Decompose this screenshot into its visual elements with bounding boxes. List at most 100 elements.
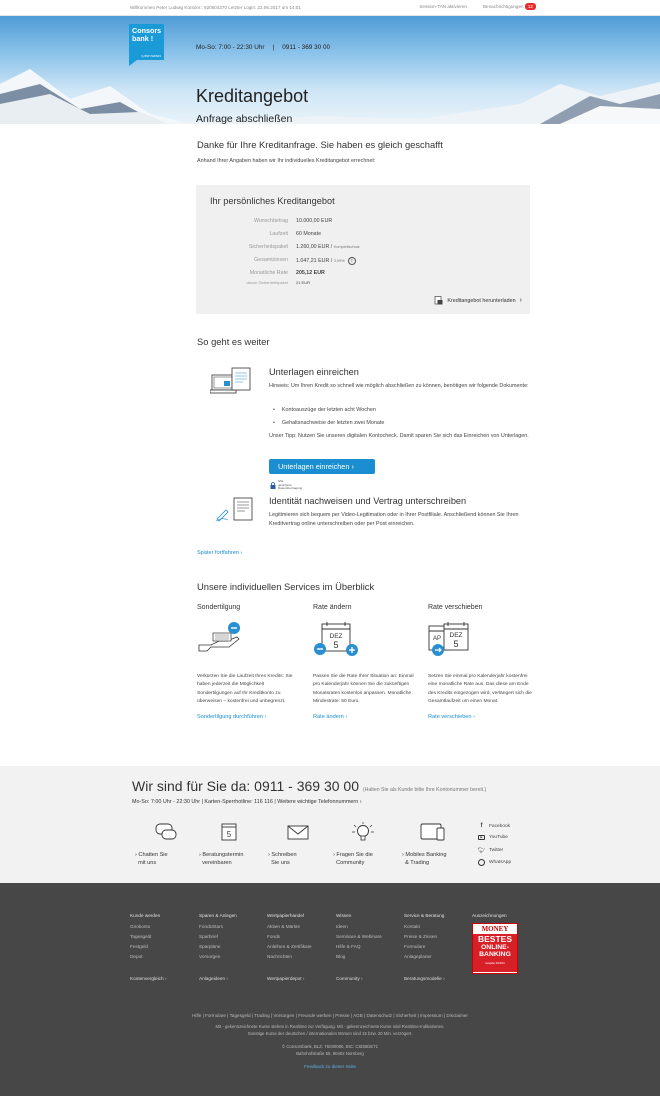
continue-later-label: Später fortfahren [197, 550, 239, 556]
contact-hint: (Halten Sie als Kunde bitte Ihre Kontonu… [362, 787, 487, 793]
footer-col-heading: Kunde werden [130, 913, 161, 918]
notifications-link[interactable]: Benachrichtigungen 12 [482, 3, 536, 10]
contact-item-label: Beratungstermin [202, 852, 244, 858]
footer-link[interactable]: Ideen [336, 922, 382, 932]
hand-money-icon [198, 622, 240, 652]
footer-bottom-link[interactable]: Wertpapierdepot › [267, 976, 304, 981]
footer-link[interactable]: Anleihen & Zertifikate [267, 942, 312, 952]
social-youtube-link[interactable]: ▶ YouTube [478, 835, 508, 840]
session-tan-link[interactable]: Session-TAN aktivieren [419, 4, 467, 9]
list-item: Kontoauszüge der letzten acht Wochen [281, 407, 376, 413]
calendar-month-from: AP [433, 636, 441, 642]
footer-link[interactable]: Depot [130, 952, 160, 962]
footer-col-heading: Wertpapierhandel [267, 913, 304, 918]
welcome-text: Willkommen Peter Ludwig Kontonr.: 920504… [130, 5, 301, 10]
chevron-right-icon: › [240, 550, 243, 556]
offer-key: Wunschbetrag [253, 218, 288, 224]
info-icon[interactable]: i [347, 257, 356, 265]
services-title: Unsere individuellen Services im Überbli… [197, 581, 375, 592]
contact-phone-title: Wir sind für Sie da: 0911 - 369 30 00 (H… [132, 778, 486, 794]
service-rate-verschieben: Rate verschieben AP DEZ 5 Setzen Sie ein… [428, 604, 536, 720]
footer-link[interactable]: Formulare [404, 942, 444, 952]
notification-count-badge: 12 [524, 3, 536, 10]
footer-link[interactable]: Tagesgeld [130, 932, 160, 942]
chat-contact-item[interactable]: › Chatten Sie mit uns [135, 822, 195, 867]
footer-link[interactable]: Kontakt [404, 922, 444, 932]
footer-link[interactable]: Sparbrief [199, 932, 237, 942]
footer-link[interactable]: Blog [336, 952, 382, 962]
upload-documents-button[interactable]: Unterlagen einreichen › [269, 459, 375, 474]
continue-later-link[interactable]: Später fortfahren › [197, 550, 242, 556]
offer-value: 1.047,21 EUR / [296, 258, 333, 264]
footer-bottom-label: Community [336, 976, 360, 981]
logo-line2: bank ! [132, 34, 154, 43]
footer-bottom-link[interactable]: Community › [336, 976, 363, 981]
ssl-label: SSL gesicherte Datenübertragung [278, 479, 303, 491]
footer-link[interactable]: FondsStars [199, 922, 237, 932]
footer-link[interactable]: Girokonto [130, 922, 160, 932]
footer-legal-links[interactable]: Hilfe | Formulare | Tagesgeld | Trading … [0, 1013, 660, 1018]
mobile-banking-contact-item[interactable]: › Mobiles Banking & Trading [402, 822, 462, 867]
footer-link[interactable]: Anlageplaner [404, 952, 444, 962]
footer-link[interactable]: Fonds [267, 932, 312, 942]
rate-verschieben-link[interactable]: Rate verschieben › [428, 714, 536, 720]
footer-link[interactable]: Preise & Zinsen [404, 932, 444, 942]
offer-key: davon Sicherheitspaket [246, 280, 288, 285]
footer-link[interactable]: Hilfe & FAQ [336, 942, 382, 952]
footer-col-kunde: Kunde werden Girokonto Tagesgeld Festgeld De… [130, 911, 160, 962]
rate-aendern-label: Rate ändern [313, 714, 344, 721]
signature-document-icon [215, 497, 253, 522]
hero-banner: Consors bank ! by BNP PARIBAS Mo-So: 7:0… [0, 16, 660, 124]
contact-title: Wir sind für Sie da: 0911 - 369 30 00 [132, 778, 359, 794]
community-contact-item[interactable]: › Fragen Sie die Community [333, 822, 393, 867]
footer-link[interactable]: Seminare & Webinare [336, 932, 382, 942]
footer-link[interactable]: Nachrichten [267, 952, 312, 962]
offer-value: 1.260,00 EUR / [296, 244, 333, 250]
rate-aendern-link[interactable]: Rate ändern › [313, 714, 417, 720]
mountain-illustration [0, 69, 660, 124]
contact-item-label2: Sie uns [271, 860, 290, 866]
footer-bottom-link[interactable]: Anlageideen › [199, 976, 228, 981]
service-rate-aendern: Rate ändern DEZ 5 Passen Sie die Rate Ih… [313, 604, 417, 720]
service-text: Setzen Sie einmal pro Kalenderjahr koste… [428, 674, 532, 704]
footer-link[interactable]: Aktien & Märkte [267, 922, 312, 932]
footer-col-service: Service & Beratung Kontakt Preise & Zinsen… [404, 911, 444, 962]
social-twitter-link[interactable]: 🐦︎ Twitter [478, 847, 503, 854]
calendar-shift-icon: AP DEZ 5 [428, 622, 469, 656]
download-offer-link[interactable]: Kreditangebot herunterladen › [434, 296, 522, 305]
footer-link[interactable]: Sparpläne [199, 942, 237, 952]
service-text: Passen Sie die Rate Ihrer Situation an: … [313, 674, 414, 704]
social-facebook-link[interactable]: f Facebook [478, 823, 511, 829]
footer-link[interactable]: Festgeld [130, 942, 160, 952]
service-heading: Rate ändern [313, 604, 352, 611]
offer-value-note: Komplettschutz [333, 245, 360, 249]
footer-bottom-link[interactable]: Kontenvergleich › [130, 976, 167, 981]
facebook-icon: f [480, 823, 483, 829]
footer-link[interactable]: Vorsorgen [199, 952, 237, 962]
offer-value-note: 3,99% [333, 259, 345, 263]
page-title: Kreditangebot [196, 86, 309, 106]
footer-col-sparen: Sparen & Anlegen FondsStars Sparbrief Sparp… [199, 911, 237, 962]
footer-address: Bahnhofstraße 55, 90402 Nürnberg [296, 1051, 364, 1056]
social-label: WhatsApp [489, 860, 512, 865]
contact-subline[interactable]: Mo-So: 7:00 Uhr - 22:30 Uhr | Karten-Spe… [132, 799, 362, 805]
notifications-label: Benachrichtigungen [482, 4, 524, 9]
appointment-contact-item[interactable]: 5 › Beratungstermin vereinbaren [199, 822, 259, 867]
download-offer-label: Kreditangebot herunterladen [447, 297, 516, 304]
footer-bottom-label: Beratungsmodelle [404, 976, 442, 981]
offer-value: 205,12 EUR [296, 270, 325, 276]
youtube-icon: ▶ [478, 835, 485, 840]
step2-title: Identität nachweisen und Vertrag untersc… [269, 496, 467, 506]
award-magazine: MONEY [473, 924, 517, 934]
consorsbank-logo[interactable]: Consors bank ! by BNP PARIBAS [129, 24, 164, 60]
social-whatsapp-link[interactable]: WhatsApp [478, 859, 511, 866]
sondertilgung-link[interactable]: Sondertilgung durchführen › [197, 714, 301, 720]
footer-bottom-link[interactable]: Beratungsmodelle › [404, 976, 445, 981]
list-item: Gehaltsnachweise der letzten zwei Monate [281, 419, 385, 426]
footer-col-wertpapier: Wertpapierhandel Aktien & Märkte Fonds Anle… [267, 911, 312, 962]
document-download-icon [434, 296, 443, 305]
write-contact-item[interactable]: › Schreiben Sie uns [268, 822, 328, 867]
feedback-link[interactable]: Feedback zu dieser Seite [0, 1064, 660, 1069]
footer-col-awards: Auszeichnungen [472, 911, 507, 922]
offer-value: 60 Monate [296, 231, 322, 237]
